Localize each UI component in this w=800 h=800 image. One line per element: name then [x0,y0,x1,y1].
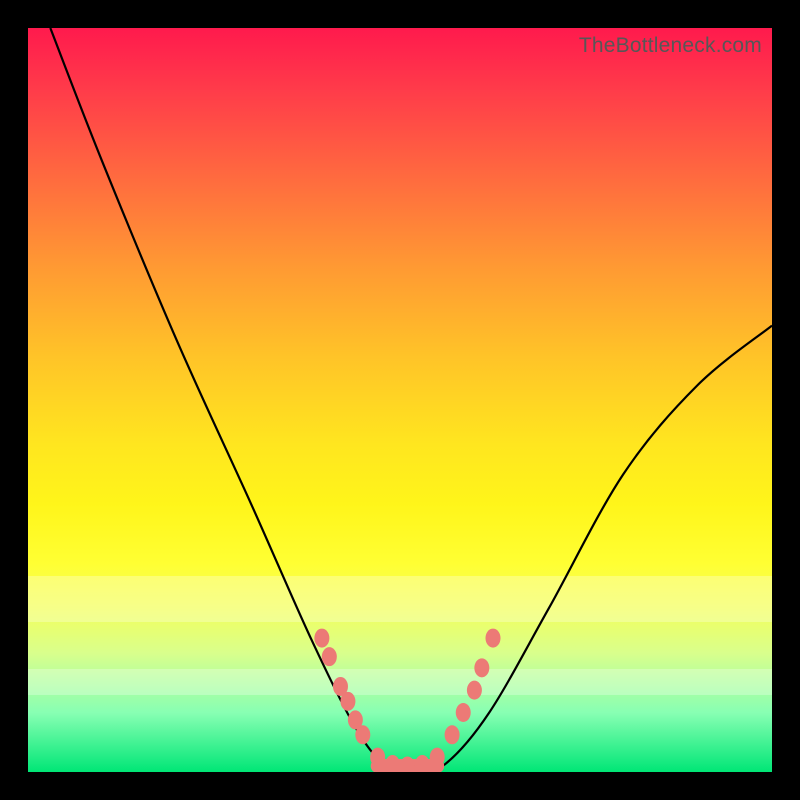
marker-dot [314,629,329,648]
chart-svg [28,28,772,772]
marker-dot [400,757,415,772]
marker-dot [430,748,445,767]
bottleneck-curve [50,28,772,772]
pale-band-lower [28,669,772,694]
marker-dot [340,692,355,711]
marker-dot [415,755,430,772]
marker-dot [385,755,400,772]
marker-dot [445,725,460,744]
marker-dot [456,703,471,722]
marker-group [314,629,500,772]
chart-plot-area: TheBottleneck.com [28,28,772,772]
marker-dot [348,710,363,729]
marker-dot [322,647,337,666]
marker-dot [370,748,385,767]
pale-band-upper [28,576,772,622]
watermark-text: TheBottleneck.com [579,34,762,58]
marker-dot [355,725,370,744]
marker-dot [486,629,501,648]
